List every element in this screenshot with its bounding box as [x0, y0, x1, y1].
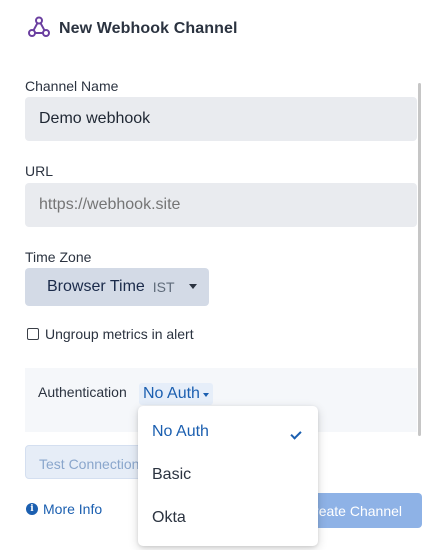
- auth-option-label: No Auth: [152, 423, 209, 440]
- dialog-title: New Webhook Channel: [59, 20, 238, 37]
- test-connection-label: Test Connection: [39, 456, 140, 472]
- ungroup-metrics-checkbox[interactable]: [27, 328, 39, 340]
- channel-name-input[interactable]: [25, 97, 417, 141]
- auth-option-okta[interactable]: Okta: [138, 498, 318, 538]
- ungroup-metrics-label[interactable]: Ungroup metrics in alert: [45, 326, 194, 342]
- url-input[interactable]: [25, 183, 417, 227]
- chevron-down-icon: [189, 284, 197, 289]
- auth-option-basic[interactable]: Basic: [138, 455, 318, 495]
- more-info-link[interactable]: i More Info: [26, 501, 102, 517]
- auth-option-label: Okta: [152, 509, 186, 526]
- auth-option-no-auth[interactable]: No Auth: [138, 412, 318, 452]
- dialog-header: New Webhook Channel: [26, 14, 238, 44]
- scrollbar[interactable]: [418, 83, 421, 436]
- webhook-icon: [26, 14, 52, 45]
- checkmark-icon: [290, 428, 302, 440]
- more-info-label: More Info: [43, 501, 103, 517]
- test-connection-button[interactable]: Test Connection: [25, 445, 155, 479]
- url-label: URL: [25, 163, 54, 179]
- authentication-value: No Auth: [143, 385, 200, 402]
- caret-down-icon: [202, 393, 209, 397]
- channel-name-label: Channel Name: [25, 78, 119, 94]
- time-zone-value: Browser Time: [47, 278, 145, 295]
- create-channel-label: Create Channel: [303, 503, 402, 519]
- authentication-label: Authentication: [38, 384, 127, 400]
- time-zone-label: Time Zone: [25, 249, 92, 265]
- time-zone-abbreviation: IST: [152, 279, 175, 295]
- info-icon: i: [26, 503, 38, 515]
- authentication-select[interactable]: No Auth: [139, 383, 213, 405]
- time-zone-select[interactable]: Browser Time IST: [25, 268, 209, 306]
- auth-option-label: Basic: [152, 466, 192, 483]
- authentication-dropdown-menu: No Auth Basic Okta: [138, 406, 318, 546]
- new-webhook-channel-dialog: New Webhook Channel Channel Name URL Tim…: [0, 0, 448, 550]
